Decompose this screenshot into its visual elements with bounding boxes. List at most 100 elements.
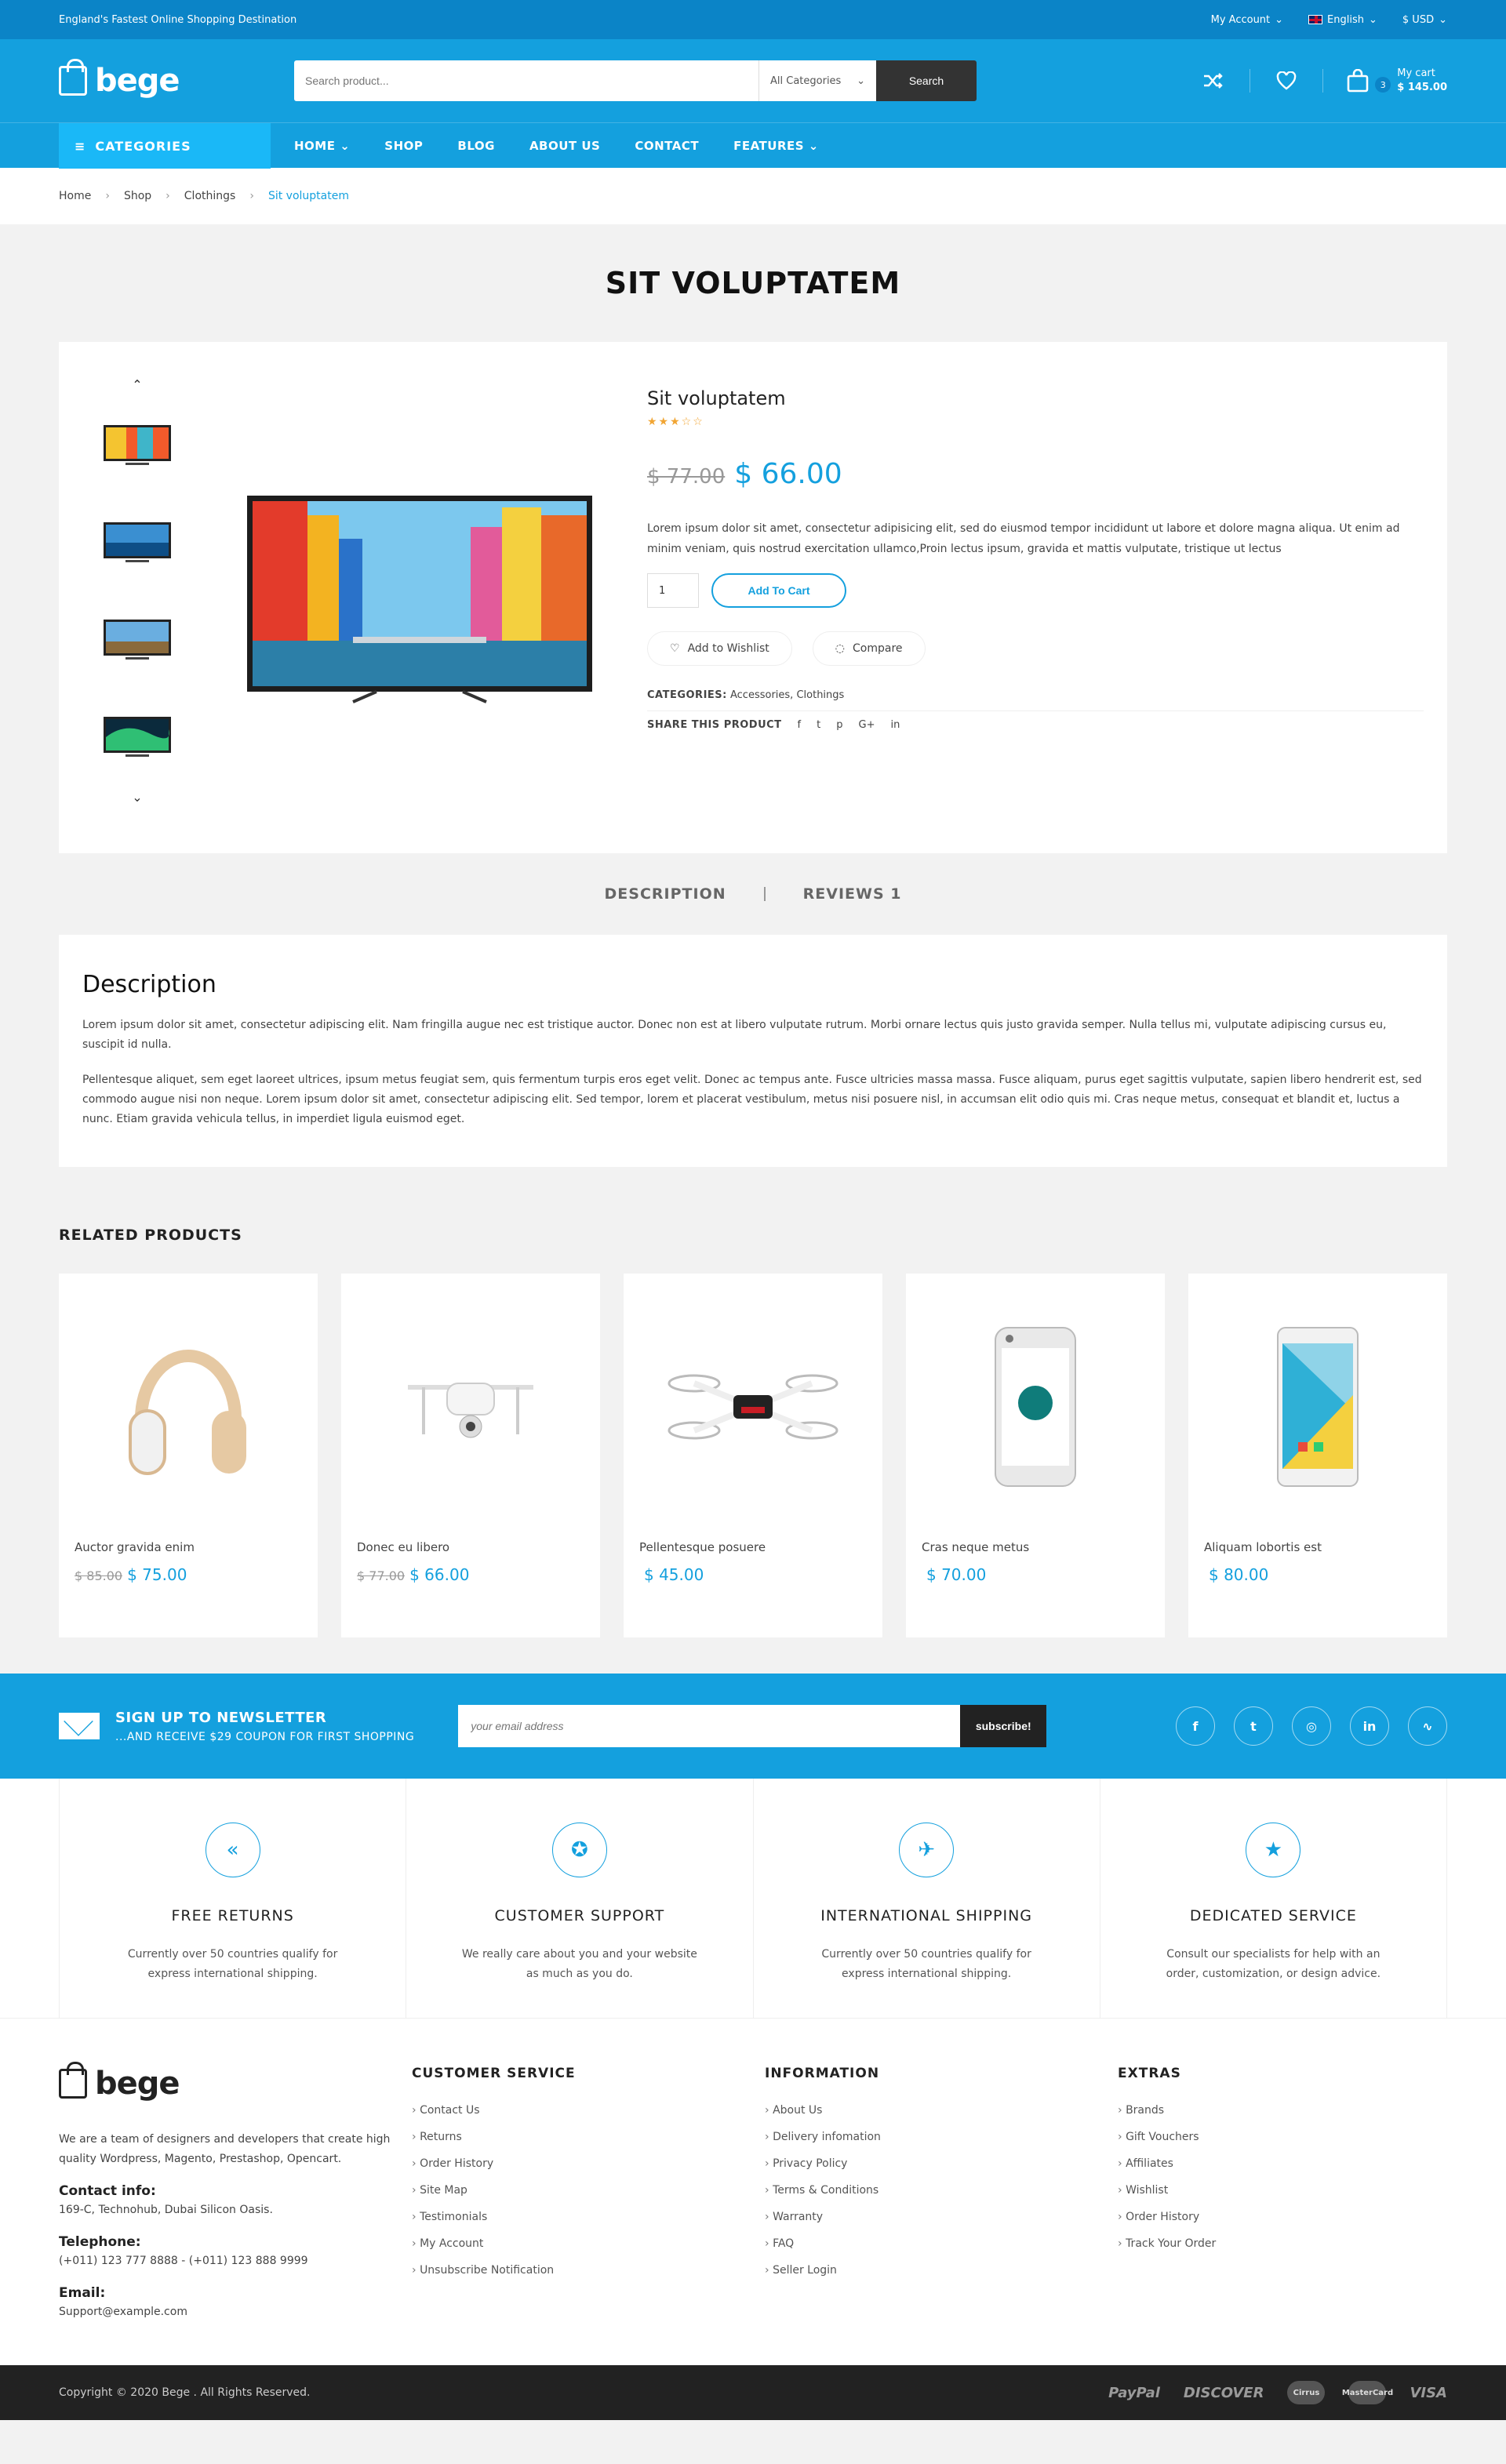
footer-link[interactable]: Seller Login [765,2257,1118,2284]
breadcrumb-shop[interactable]: Shop [124,190,151,202]
top-bar: England's Fastest Online Shopping Destin… [0,0,1506,39]
search-button[interactable]: Search [876,60,977,101]
nav-shop[interactable]: SHOP [384,139,423,153]
facebook-icon[interactable]: f [798,719,802,731]
features-section: « FREE RETURNS Currently over 50 countri… [0,1779,1506,2019]
mastercard-icon: MasterCard [1342,2381,1393,2404]
nav-features[interactable]: FEATURES ⌄ [733,139,819,153]
instagram-icon[interactable]: ◎ [1292,1706,1331,1746]
newsletter-bar: SIGN UP TO NEWSLETTER ...AND RECEIVE $29… [0,1674,1506,1779]
footer-link[interactable]: Delivery infomation [765,2124,1118,2150]
linkedin-icon[interactable]: in [890,719,900,731]
add-to-wishlist-button[interactable]: ♡ Add to Wishlist [647,631,792,666]
google-plus-icon[interactable]: G+ [859,719,875,731]
compare-button[interactable]: ◌ Compare [812,631,926,666]
description-heading: Description [82,971,216,998]
footer-link[interactable]: Gift Vouchers [1118,2124,1447,2150]
search-bar: All Categories⌄ Search [294,60,977,101]
footer-link[interactable]: Order History [412,2150,765,2177]
pinterest-icon[interactable]: p [836,719,842,731]
subscribe-button[interactable]: subscribe! [960,1705,1047,1747]
product-categories[interactable]: Accessories, Clothings [730,689,844,701]
chevron-up-icon[interactable]: ⌃ [132,373,142,397]
footer-link[interactable]: Unsubscribe Notification [412,2257,765,2284]
nav-blog[interactable]: BLOG [457,139,495,153]
return-arrows-icon: « [205,1823,260,1877]
footer-link[interactable]: Wishlist [1118,2177,1447,2204]
cart-count-badge: 3 [1375,77,1391,93]
breadcrumb-current: Sit voluptatem [267,190,349,202]
search-input[interactable] [294,60,758,101]
footer-about: bege We are a team of designers and deve… [59,2062,412,2322]
language-dropdown[interactable]: English ⌄ [1308,14,1377,26]
chevron-right-icon: › [166,190,170,202]
thumbnail[interactable] [102,713,173,761]
newsletter-email-input[interactable] [458,1705,961,1747]
divider [1322,69,1324,93]
thumbnail[interactable] [102,518,173,567]
search-category-select[interactable]: All Categories ⌄ [758,60,876,101]
cart-bag-icon [1347,69,1369,93]
product-image-iphone [922,1274,1149,1540]
footer-link[interactable]: FAQ [765,2230,1118,2257]
quantity-input[interactable]: 1 [647,573,699,608]
footer-email-link[interactable]: Support@example.com [59,2302,412,2322]
footer-link[interactable]: Terms & Conditions [765,2177,1118,2204]
thumbnail[interactable] [102,421,173,470]
footer-link[interactable]: Order History [1118,2204,1447,2230]
chevron-down-icon: ⌄ [857,75,865,87]
add-to-cart-button[interactable]: Add To Cart [711,573,846,608]
shuffle-compare-icon[interactable] [1201,68,1226,93]
chevron-down-icon[interactable]: ⌄ [132,786,142,809]
product-card[interactable]: Auctor gravida enim $ 85.00 $ 75.00 [59,1274,318,1637]
nav-contact[interactable]: CONTACT [635,139,699,153]
copyright: Copyright © 2020 Bege . All Rights Reser… [59,2386,311,2399]
footer-link[interactable]: About Us [765,2097,1118,2124]
product-name: Sit voluptatem [647,387,786,409]
related-products: RELATED PRODUCTS Auctor gravida enim $ 8… [59,1167,1447,1674]
facebook-icon[interactable]: f [1176,1706,1215,1746]
footer-link[interactable]: Site Map [412,2177,765,2204]
rss-icon[interactable]: ∿ [1408,1706,1447,1746]
chevron-down-icon: ⌄ [1275,13,1284,26]
chevron-right-icon: › [249,190,254,202]
currency-dropdown[interactable]: $ USD ⌄ [1402,14,1447,26]
feature-free-returns: « FREE RETURNS Currently over 50 countri… [59,1779,406,2019]
product-card[interactable]: Donec eu libero $ 77.00 $ 66.00 [341,1274,600,1637]
chevron-down-icon: ⌄ [1439,13,1447,26]
footer-link[interactable]: Privacy Policy [765,2150,1118,2177]
cart-button[interactable]: 3 My cart $ 145.00 [1347,67,1447,95]
footer-link[interactable]: Warranty [765,2204,1118,2230]
categories-button[interactable]: ≡ CATEGORIES [59,123,271,169]
product-image-quadcopter [639,1274,867,1540]
nav-about-us[interactable]: ABOUT US [529,139,600,153]
footer-link[interactable]: Testimonials [412,2204,765,2230]
footer-link[interactable]: My Account [412,2230,765,2257]
menu-bars-icon: ≡ [75,138,86,154]
footer-logo[interactable]: bege [59,2062,294,2102]
thumbnail[interactable] [102,616,173,664]
product-card[interactable]: Cras neque metus $ 70.00 [906,1274,1165,1637]
shopping-bag-icon [59,59,87,96]
payment-methods: PayPal DISCOVER Cirrus MasterCard VISA [1108,2381,1447,2404]
linkedin-icon[interactable]: in [1350,1706,1389,1746]
footer-link[interactable]: Contact Us [412,2097,765,2124]
tab-description[interactable]: DESCRIPTION [605,885,726,903]
product-card[interactable]: Aliquam lobortis est $ 80.00 [1188,1274,1447,1637]
logo[interactable]: bege [59,59,294,99]
breadcrumb-clothings[interactable]: Clothings [184,190,236,202]
nav-home[interactable]: HOME ⌄ [294,139,350,153]
wishlist-heart-icon[interactable] [1274,68,1299,93]
chevron-right-icon: › [105,190,110,202]
breadcrumb-home[interactable]: Home [59,190,91,202]
footer-link[interactable]: Affiliates [1118,2150,1447,2177]
twitter-icon[interactable]: t [817,719,820,731]
twitter-icon[interactable]: t [1234,1706,1273,1746]
footer-link[interactable]: Brands [1118,2097,1447,2124]
tab-reviews[interactable]: REVIEWS 1 [803,885,902,903]
product-card[interactable]: Pellentesque posuere $ 45.00 [624,1274,882,1637]
cart-total: $ 145.00 [1397,82,1447,93]
my-account-dropdown[interactable]: My Account ⌄ [1211,14,1283,26]
footer-link[interactable]: Track Your Order [1118,2230,1447,2257]
footer-link[interactable]: Returns [412,2124,765,2150]
